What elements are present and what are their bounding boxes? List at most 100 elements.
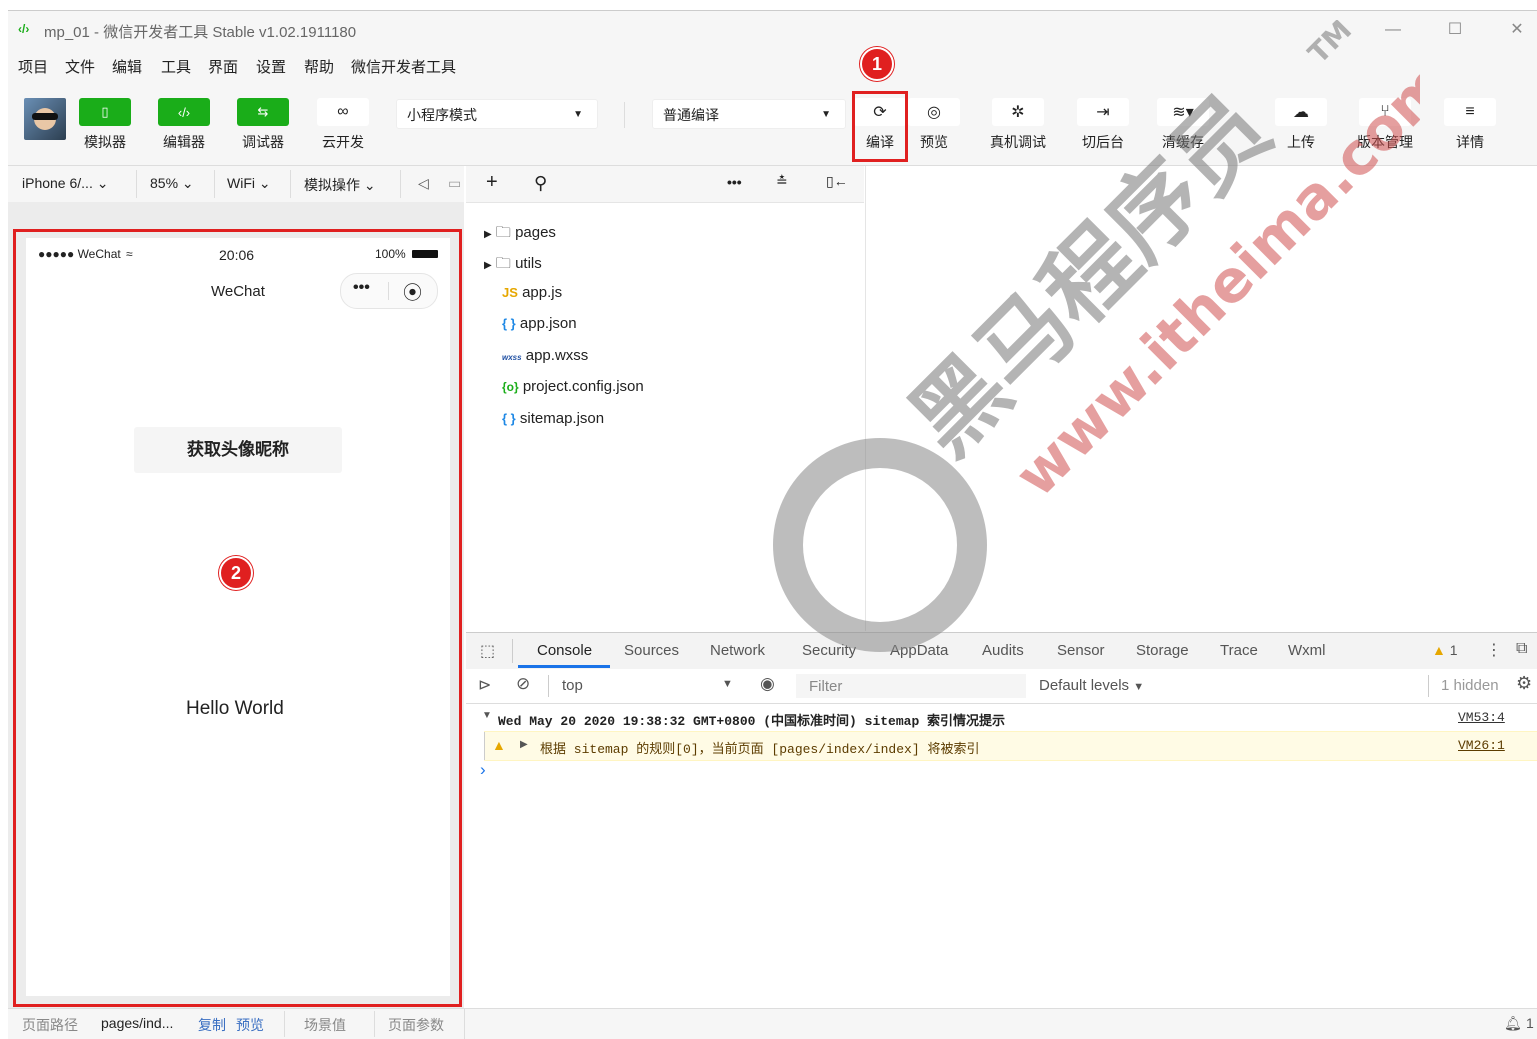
compile-mode-select[interactable]: 普通编译 ▼ bbox=[652, 99, 846, 129]
notification-bell-icon[interactable]: 🔔︎ bbox=[1504, 1015, 1522, 1032]
tab-network[interactable]: Network bbox=[710, 642, 765, 659]
version-management-button[interactable]: ⑂ 版本管理 bbox=[1354, 98, 1416, 152]
preview-button[interactable]: ◎ 预览 bbox=[903, 98, 965, 152]
warning-counter[interactable]: ▲ 1 bbox=[1432, 642, 1458, 658]
switch-background-icon: ⇥ bbox=[1077, 98, 1129, 126]
eye-icon[interactable]: ◉ bbox=[760, 674, 775, 694]
dropdown-arrow-icon: ▼ bbox=[1133, 681, 1145, 693]
tab-sensor[interactable]: Sensor bbox=[1057, 642, 1105, 659]
volume-icon[interactable]: ◁ bbox=[418, 175, 429, 192]
tree-item-app-js[interactable]: JS app.js bbox=[502, 284, 562, 301]
maximize-icon[interactable]: ☐ bbox=[1444, 19, 1466, 41]
tab-audits[interactable]: Audits bbox=[982, 642, 1024, 659]
hidden-count: 1 hidden bbox=[1441, 677, 1499, 694]
tree-item-utils[interactable]: ▶ 🗀 utils bbox=[484, 253, 542, 278]
upload-button[interactable]: ☁ 上传 bbox=[1270, 98, 1332, 152]
device-select[interactable]: iPhone 6/... ⌄ bbox=[22, 175, 108, 192]
clear-console-icon[interactable]: ⊘ bbox=[516, 674, 530, 694]
console-prompt[interactable]: › bbox=[480, 760, 486, 780]
switch-icon: ⇆ bbox=[237, 98, 289, 126]
main-toolbar: ▯ 模拟器 ‹/› 编辑器 ⇆ 调试器 ∞ 云开发 小程序模式 ▼ 普通编译 ▼… bbox=[8, 82, 1537, 166]
network-select[interactable]: WiFi ⌄ bbox=[227, 175, 271, 192]
details-button[interactable]: ≡ 详情 bbox=[1439, 98, 1501, 152]
menu-bar: 项目 文件 编辑 工具 界面 设置 帮助 微信开发者工具 bbox=[8, 50, 1537, 82]
divider bbox=[374, 1011, 375, 1037]
undock-icon[interactable]: ⧉ bbox=[1516, 640, 1527, 658]
copy-link[interactable]: 复制 bbox=[198, 1015, 226, 1035]
close-icon[interactable]: ✕ bbox=[1506, 19, 1528, 41]
log-source-link[interactable]: VM26:1 bbox=[1458, 738, 1505, 753]
devtools-tabbar: ⬚ Console Sources Network Security AppDa… bbox=[466, 632, 1537, 670]
inspect-icon[interactable]: ⬚ bbox=[480, 641, 495, 661]
log-warning-row[interactable]: ▲ ▶ 根据 sitemap 的规则[0]，当前页面 [pages/index/… bbox=[484, 731, 1537, 761]
cloud-dev-button[interactable]: ∞ 云开发 bbox=[312, 98, 374, 152]
log-group-row[interactable]: ▼ Wed May 20 2020 19:38:32 GMT+0800 (中国标… bbox=[466, 704, 1537, 731]
scene-value-link[interactable]: 场景值 bbox=[304, 1015, 346, 1035]
more-options-icon[interactable]: ••• bbox=[727, 174, 742, 190]
tree-item-project-config[interactable]: {o} project.config.json bbox=[502, 378, 644, 395]
add-file-icon[interactable]: + bbox=[486, 171, 498, 194]
caret-right-icon: ▶ bbox=[520, 739, 528, 750]
window-icon[interactable]: ▭ bbox=[448, 175, 461, 192]
bug-icon: ✲ bbox=[992, 98, 1044, 126]
minimize-icon[interactable]: — bbox=[1382, 19, 1404, 41]
sidebar-toggle-icon[interactable]: ⊳ bbox=[478, 675, 491, 695]
tab-sources[interactable]: Sources bbox=[624, 642, 679, 659]
debugger-button[interactable]: ⇆ 调试器 bbox=[232, 98, 294, 152]
divider bbox=[136, 170, 137, 198]
zoom-select[interactable]: 85% ⌄ bbox=[150, 175, 194, 192]
menu-item-interface[interactable]: 界面 bbox=[208, 56, 238, 77]
editor-button[interactable]: ‹/› 编辑器 bbox=[153, 98, 215, 152]
folder-icon: 🗀 bbox=[495, 224, 511, 241]
annotation-badge-1: 1 bbox=[860, 47, 894, 81]
chevron-down-icon: ⌄ bbox=[181, 175, 194, 191]
split-icon[interactable]: ▯← bbox=[826, 173, 848, 190]
tree-item-pages[interactable]: ▶ 🗀 pages bbox=[484, 222, 556, 247]
console-log: ▼ Wed May 20 2020 19:38:32 GMT+0800 (中国标… bbox=[466, 704, 1537, 1004]
dropdown-arrow-icon: ▼ bbox=[573, 109, 583, 120]
tree-item-app-wxss[interactable]: wxss app.wxss bbox=[502, 347, 588, 364]
menu-item-settings[interactable]: 设置 bbox=[256, 56, 286, 77]
tab-trace[interactable]: Trace bbox=[1220, 642, 1258, 659]
preview-link[interactable]: 预览 bbox=[236, 1015, 264, 1035]
menu-item-wechat-devtools[interactable]: 微信开发者工具 bbox=[351, 56, 456, 77]
search-icon[interactable]: ⚲ bbox=[534, 173, 547, 194]
collapse-icon[interactable]: ≛ bbox=[776, 173, 788, 190]
background-button[interactable]: ⇥ 切后台 bbox=[1072, 98, 1134, 152]
menu-item-help[interactable]: 帮助 bbox=[304, 56, 334, 77]
menu-item-tools[interactable]: 工具 bbox=[161, 56, 191, 77]
log-levels-select[interactable]: Default levels ▼ bbox=[1039, 677, 1144, 694]
menu-item-edit[interactable]: 编辑 bbox=[112, 56, 142, 77]
settings-gear-icon[interactable]: ⚙ bbox=[1516, 673, 1532, 694]
tab-appdata[interactable]: AppData bbox=[890, 642, 948, 659]
divider bbox=[464, 1009, 465, 1039]
filter-input[interactable]: Filter bbox=[796, 674, 1026, 698]
tree-item-sitemap-json[interactable]: { } sitemap.json bbox=[502, 410, 604, 427]
menu-lines-icon: ≡ bbox=[1444, 98, 1496, 126]
real-device-debug-button[interactable]: ✲ 真机调试 bbox=[987, 98, 1049, 152]
menu-item-project[interactable]: 项目 bbox=[18, 56, 48, 77]
editor-area[interactable] bbox=[865, 166, 1537, 631]
mode-select[interactable]: 小程序模式 ▼ bbox=[396, 99, 598, 129]
tab-security[interactable]: Security bbox=[802, 642, 856, 659]
context-select[interactable]: top ▼ bbox=[556, 673, 740, 699]
tree-item-app-json[interactable]: { } app.json bbox=[502, 315, 577, 332]
kebab-menu-icon[interactable]: ⋮ bbox=[1486, 640, 1502, 660]
tab-storage[interactable]: Storage bbox=[1136, 642, 1189, 659]
active-tab-indicator bbox=[518, 665, 610, 668]
page-params-link[interactable]: 页面参数 bbox=[388, 1015, 444, 1035]
app-logo-icon: ‹/› bbox=[18, 22, 30, 36]
tab-wxml[interactable]: Wxml bbox=[1288, 642, 1326, 659]
tab-console[interactable]: Console bbox=[537, 642, 592, 659]
simulator-button[interactable]: ▯ 模拟器 bbox=[74, 98, 136, 152]
clear-cache-button[interactable]: ≋▾ 清缓存 bbox=[1152, 98, 1214, 152]
js-file-icon: JS bbox=[502, 285, 518, 300]
log-source-link[interactable]: VM53:4 bbox=[1458, 710, 1505, 725]
simulate-operation-select[interactable]: 模拟操作 ⌄ bbox=[304, 175, 376, 195]
explorer-toolbar: + ⚲ ••• ≛ ▯← bbox=[466, 166, 864, 203]
menu-item-file[interactable]: 文件 bbox=[65, 56, 95, 77]
console-filter-bar: ⊳ ⊘ top ▼ ◉ Filter Default levels ▼ 1 hi… bbox=[466, 669, 1537, 704]
dropdown-arrow-icon: ▼ bbox=[821, 109, 831, 120]
avatar[interactable] bbox=[24, 98, 66, 140]
code-icon: ‹/› bbox=[158, 98, 210, 126]
